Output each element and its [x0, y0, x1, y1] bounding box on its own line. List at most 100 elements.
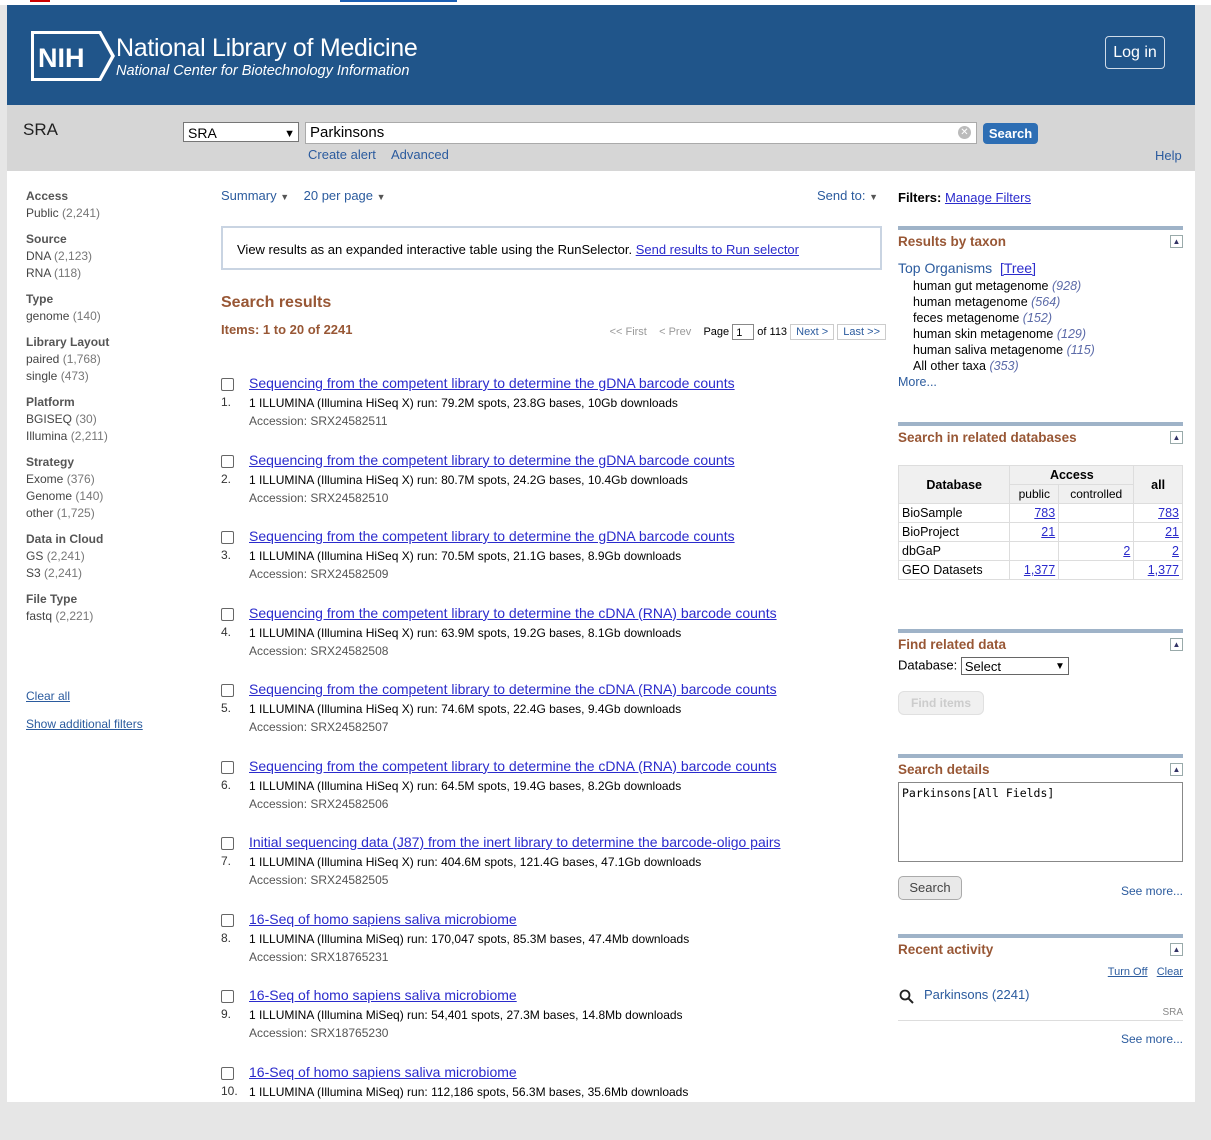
recent-item[interactable]: Parkinsons (2241) SRA [898, 986, 1183, 1020]
next-page-button[interactable]: Next > [790, 324, 834, 340]
result-title-link[interactable]: Sequencing from the competent library to… [249, 605, 777, 621]
filter-item[interactable]: Illumina (2,211) [26, 428, 206, 445]
result-title-link[interactable]: Sequencing from the competent library to… [249, 375, 735, 391]
result-checkbox[interactable] [221, 990, 234, 1003]
result-checkbox[interactable] [221, 684, 234, 697]
filter-item[interactable]: Genome (140) [26, 488, 206, 505]
filter-item[interactable]: DNA (2,123) [26, 248, 206, 265]
nlm-title[interactable]: National Library of Medicine [116, 34, 417, 63]
taxon-item[interactable]: human metagenome (564) [913, 294, 1183, 310]
more-taxa-link[interactable]: More... [898, 375, 1183, 389]
result-checkbox[interactable] [221, 531, 234, 544]
create-alert-link[interactable]: Create alert [308, 147, 376, 162]
find-database-select[interactable]: Select▼ [961, 657, 1069, 675]
taxon-item[interactable]: human saliva metagenome (115) [913, 342, 1183, 358]
related-db-public-link[interactable]: 783 [1034, 506, 1055, 520]
help-link[interactable]: Help [1155, 148, 1182, 163]
turn-off-link[interactable]: Turn Off [1108, 966, 1148, 978]
advanced-link[interactable]: Advanced [391, 147, 449, 162]
details-title: Search details [898, 762, 990, 777]
result-checkbox[interactable] [221, 1067, 234, 1080]
result-title-link[interactable]: 16-Seq of homo sapiens saliva microbiome [249, 911, 517, 927]
caret-down-icon: ▼ [377, 192, 386, 202]
filter-group: Data in CloudGS (2,241)S3 (2,241) [26, 531, 206, 582]
result-title-link[interactable]: Sequencing from the competent library to… [249, 758, 777, 774]
filter-item[interactable]: BGISEQ (30) [26, 411, 206, 428]
left-links: Clear all Show additional filters [26, 689, 143, 745]
login-button[interactable]: Log in [1105, 36, 1165, 69]
related-db-all-link[interactable]: 1,377 [1148, 563, 1179, 577]
last-page-button[interactable]: Last >> [837, 324, 886, 340]
send-to-dropdown[interactable]: Send to: ▼ [817, 188, 878, 203]
caret-down-icon: ▼ [869, 192, 878, 202]
result-number: 7. [221, 854, 231, 868]
collapse-icon[interactable]: ▲ [1170, 235, 1183, 248]
database-select[interactable]: SRA▼ [183, 122, 299, 142]
filter-item[interactable]: Exome (376) [26, 471, 206, 488]
details-search-button[interactable]: Search [898, 876, 962, 900]
filter-item[interactable]: RNA (118) [26, 265, 206, 282]
taxon-item[interactable]: feces metagenome (152) [913, 310, 1183, 326]
clear-search-icon[interactable]: ✕ [958, 126, 971, 139]
filter-item[interactable]: S3 (2,241) [26, 565, 206, 582]
manage-filters-link[interactable]: Manage Filters [945, 190, 1031, 205]
filter-item[interactable]: Public (2,241) [26, 205, 206, 222]
result-description: 1 ILLUMINA (Illumina HiSeq X) run: 79.2M… [249, 396, 678, 410]
result-checkbox[interactable] [221, 837, 234, 850]
collapse-icon[interactable]: ▲ [1170, 943, 1183, 956]
collapse-icon[interactable]: ▲ [1170, 638, 1183, 651]
result-title-link[interactable]: Sequencing from the competent library to… [249, 452, 735, 468]
collapse-icon[interactable]: ▲ [1170, 763, 1183, 776]
taxon-item[interactable]: human gut metagenome (928) [913, 278, 1183, 294]
clear-link[interactable]: Clear [1157, 966, 1183, 978]
filter-item[interactable]: paired (1,768) [26, 351, 206, 368]
filter-item[interactable]: GS (2,241) [26, 548, 206, 565]
filter-item[interactable]: single (473) [26, 368, 206, 385]
result-checkbox[interactable] [221, 608, 234, 621]
result-title-link[interactable]: Sequencing from the competent library to… [249, 681, 777, 697]
taxon-item[interactable]: human skin metagenome (129) [913, 326, 1183, 342]
related-db-all: 2 [1134, 542, 1183, 561]
search-input[interactable]: Parkinsons✕ [305, 122, 977, 144]
summary-dropdown[interactable]: Summary ▼ [221, 188, 289, 203]
filter-item[interactable]: other (1,725) [26, 505, 206, 522]
collapse-icon[interactable]: ▲ [1170, 431, 1183, 444]
result-checkbox[interactable] [221, 761, 234, 774]
find-items-button[interactable]: Find items [898, 691, 984, 715]
recent-item-label[interactable]: Parkinsons (2241) [924, 987, 1030, 1002]
per-page-dropdown[interactable]: 20 per page ▼ [304, 188, 386, 203]
recent-see-more-link[interactable]: See more... [898, 1032, 1183, 1046]
related-db-all-link[interactable]: 21 [1165, 525, 1179, 539]
result-title-link[interactable]: 16-Seq of homo sapiens saliva microbiome [249, 987, 517, 1003]
taxon-item[interactable]: All other taxa (353) [913, 358, 1183, 374]
items-count: Items: 1 to 20 of 2241 [221, 322, 353, 337]
result-checkbox[interactable] [221, 455, 234, 468]
related-db-all-link[interactable]: 2 [1172, 544, 1179, 558]
result-checkbox[interactable] [221, 914, 234, 927]
result-checkbox[interactable] [221, 378, 234, 391]
result-title-link[interactable]: 16-Seq of homo sapiens saliva microbiome [249, 1064, 517, 1080]
filter-item[interactable]: fastq (2,221) [26, 608, 206, 625]
details-see-more-link[interactable]: See more... [1121, 884, 1183, 898]
nih-logo-icon[interactable]: NIH [31, 31, 115, 81]
related-db-controlled-link[interactable]: 2 [1123, 544, 1130, 558]
show-additional-filters-link[interactable]: Show additional filters [26, 717, 143, 731]
related-db-all-link[interactable]: 783 [1158, 506, 1179, 520]
result-title-link[interactable]: Initial sequencing data (J87) from the i… [249, 834, 781, 850]
search-details-textarea[interactable]: Parkinsons[All Fields] [898, 782, 1183, 862]
filter-item-count: (2,241) [44, 566, 82, 580]
search-button[interactable]: Search [983, 123, 1038, 144]
tree-link[interactable]: [Tree] [1000, 260, 1036, 276]
page-number-input[interactable]: 1 [732, 324, 754, 340]
related-db-controlled [1059, 504, 1134, 523]
clear-all-link[interactable]: Clear all [26, 689, 143, 703]
related-db-public-link[interactable]: 21 [1041, 525, 1055, 539]
result-accession: Accession: SRX24582506 [249, 797, 388, 811]
result-title-link[interactable]: Sequencing from the competent library to… [249, 528, 735, 544]
filter-item[interactable]: genome (140) [26, 308, 206, 325]
result-item: 1.Sequencing from the competent library … [221, 375, 882, 452]
ncbi-subtitle[interactable]: National Center for Biotechnology Inform… [116, 63, 409, 79]
related-db-public-link[interactable]: 1,377 [1024, 563, 1055, 577]
send-to-run-selector-link[interactable]: Send results to Run selector [636, 242, 799, 257]
taxon-name: All other taxa [913, 359, 986, 373]
